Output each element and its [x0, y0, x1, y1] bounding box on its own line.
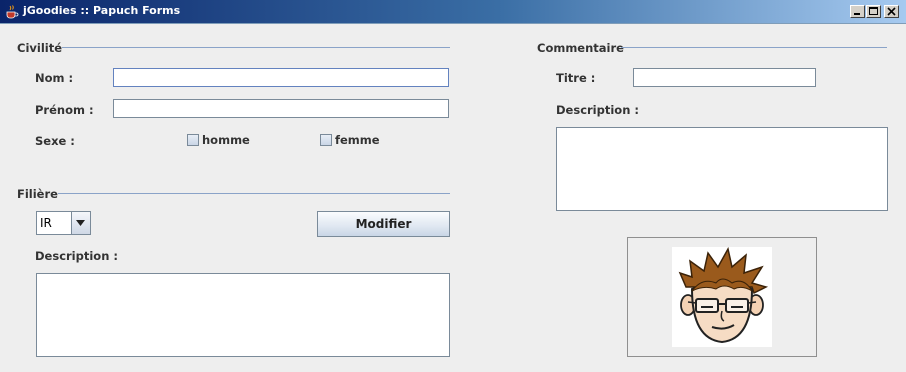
nom-input[interactable] [113, 68, 449, 87]
homme-checkbox[interactable]: homme [187, 133, 250, 147]
modifier-button[interactable]: Modifier [317, 211, 450, 237]
maximize-button[interactable] [866, 5, 881, 18]
cartoon-face-with-glasses-icon [678, 246, 769, 344]
chevron-down-icon [76, 220, 85, 226]
femme-checkbox[interactable]: femme [320, 133, 380, 147]
commentaire-section-title: Commentaire [537, 41, 624, 55]
homme-checkbox-box[interactable] [187, 134, 199, 146]
close-button[interactable] [884, 5, 899, 18]
combo-dropdown-button[interactable] [71, 212, 90, 234]
prenom-label: Prénom : [35, 103, 94, 117]
filiere-description-label: Description : [35, 249, 118, 263]
minimize-icon [854, 13, 860, 15]
close-icon [887, 7, 896, 16]
femme-checkbox-box[interactable] [320, 134, 332, 146]
window-titlebar[interactable]: jGoodies :: Papuch Forms [0, 0, 906, 24]
commentaire-description-label: Description : [556, 103, 639, 117]
java-coffee-icon [4, 4, 19, 19]
civilite-separator [62, 47, 450, 48]
titre-label: Titre : [556, 71, 596, 85]
filiere-separator [58, 193, 450, 194]
filiere-description-textarea[interactable] [36, 273, 450, 357]
maximize-icon [869, 7, 878, 15]
avatar [672, 246, 772, 347]
minimize-button[interactable] [850, 5, 865, 18]
filiere-combo-value: IR [40, 216, 52, 230]
commentaire-separator [621, 47, 887, 48]
titre-input[interactable] [633, 68, 816, 87]
nom-label: Nom : [35, 71, 74, 85]
filiere-section-title: Filière [17, 187, 58, 201]
commentaire-description-textarea[interactable] [556, 127, 888, 211]
femme-label: femme [335, 133, 380, 147]
window-title: jGoodies :: Papuch Forms [23, 4, 181, 17]
filiere-combo[interactable]: IR [36, 211, 91, 235]
sexe-label: Sexe : [35, 134, 75, 148]
prenom-input[interactable] [113, 99, 449, 118]
homme-label: homme [202, 133, 250, 147]
civilite-section-title: Civilité [17, 41, 63, 55]
